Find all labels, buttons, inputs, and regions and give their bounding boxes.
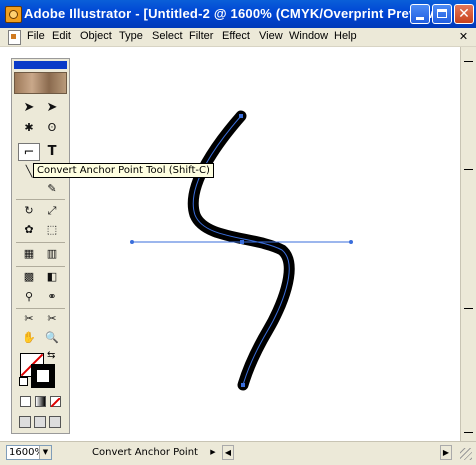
full-screen-menubar-mode-button[interactable] <box>34 416 46 428</box>
menu-view[interactable]: View <box>259 30 283 42</box>
toolbox-panel[interactable]: ➤ ➤ ✱ ʘ ⌐ T ╲ ✎ ↻ ⤢ ✿ ⬚ ▦ ▥ ▩ ◧ ⚲ ⚭ ✂ ✂ … <box>11 58 70 434</box>
toolbox-divider <box>16 308 65 309</box>
maximize-button[interactable] <box>432 4 452 24</box>
ruler-mark <box>464 432 473 433</box>
ruler-mark <box>464 61 473 62</box>
zoom-dropdown-arrow-icon[interactable]: ▼ <box>39 446 51 459</box>
document-icon[interactable] <box>8 30 21 45</box>
direction-handle-left[interactable] <box>130 240 134 244</box>
anchor-point-center[interactable] <box>240 240 244 244</box>
menu-type[interactable]: Type <box>119 30 143 42</box>
title-bar[interactable]: Adobe Illustrator - [Untitled-2 @ 1600% … <box>0 0 476 29</box>
column-graph-tool-icon[interactable]: ▥ <box>41 245 63 263</box>
menu-object[interactable]: Object <box>80 30 112 42</box>
hand-tool-icon[interactable]: ✋ <box>18 329 40 347</box>
minimize-button[interactable] <box>410 4 430 24</box>
scroll-left-button[interactable]: ◀ <box>222 445 234 460</box>
anchor-point-top[interactable] <box>239 114 243 118</box>
eyedropper-tool-icon[interactable]: ⚲ <box>18 288 40 306</box>
window-title: Adobe Illustrator - [Untitled-2 @ 1600% … <box>24 6 451 21</box>
toolbox-divider <box>16 266 65 267</box>
minimize-icon <box>416 17 424 20</box>
zoom-level-field[interactable]: 1600% ▼ <box>6 445 52 460</box>
none-slash-icon <box>50 397 61 408</box>
color-mode-button[interactable] <box>20 396 31 407</box>
direction-handle-right[interactable] <box>349 240 353 244</box>
menu-bar: File Edit Object Type Select Filter Effe… <box>0 28 476 47</box>
s-curve-stroke[interactable] <box>187 110 295 391</box>
toolbox-divider <box>16 199 65 200</box>
full-screen-mode-button[interactable] <box>49 416 61 428</box>
illustrator-app-icon[interactable] <box>5 6 22 23</box>
scale-tool-icon[interactable]: ⤢ <box>41 202 63 220</box>
close-button[interactable]: ✕ <box>454 4 474 24</box>
standard-screen-mode-button[interactable] <box>19 416 31 428</box>
ruler-mark <box>464 308 473 309</box>
menu-select[interactable]: Select <box>152 30 183 42</box>
ruler-mark <box>464 169 473 170</box>
menu-filter[interactable]: Filter <box>189 30 213 42</box>
toolbox-venus-logo[interactable] <box>14 72 67 94</box>
menu-help[interactable]: Help <box>334 30 357 42</box>
menu-file[interactable]: File <box>27 30 45 42</box>
scissors-tool-icon[interactable]: ✂ <box>41 310 63 328</box>
type-tool-icon[interactable]: T <box>41 143 63 161</box>
close-icon: ✕ <box>458 6 470 22</box>
toolbox-divider <box>16 242 65 243</box>
slice-tool-icon[interactable]: ✂ <box>18 310 40 328</box>
menu-effect[interactable]: Effect <box>222 30 250 42</box>
toolbox-title-bar[interactable] <box>14 61 67 69</box>
rotate-tool-icon[interactable]: ↻ <box>18 202 40 220</box>
anchor-point-bottom[interactable] <box>241 383 245 387</box>
status-text: Convert Anchor Point <box>92 447 198 458</box>
status-bar: 1600% ▼ Convert Anchor Point ▶ ◀ ▶ <box>0 441 476 465</box>
gradient-tool-icon[interactable]: ◧ <box>41 268 63 286</box>
gradient-mode-button[interactable] <box>35 396 46 407</box>
scroll-right-button[interactable]: ▶ <box>440 445 452 460</box>
zoom-tool-icon[interactable]: 🔍 <box>41 329 63 347</box>
default-colors-icon[interactable] <box>19 377 28 386</box>
vertical-scrollbar[interactable] <box>460 47 476 441</box>
horizontal-scroll-track[interactable] <box>236 445 436 460</box>
direct-selection-tool-icon[interactable]: ➤ <box>41 99 63 117</box>
free-transform-tool-icon[interactable]: ⬚ <box>41 221 63 239</box>
stroke-color-swatch[interactable] <box>31 364 55 388</box>
pencil-tool-icon[interactable]: ✎ <box>41 180 63 198</box>
status-dropdown-arrow-icon[interactable]: ▶ <box>207 445 219 460</box>
tool-tooltip: Convert Anchor Point Tool (Shift-C) <box>33 163 214 178</box>
resize-grip[interactable] <box>460 448 472 460</box>
mesh-tool-icon[interactable]: ▩ <box>18 268 40 286</box>
swap-fill-stroke-icon[interactable]: ⇆ <box>47 350 55 361</box>
magic-wand-tool-icon[interactable]: ✱ <box>18 119 40 137</box>
convert-anchor-point-tool-icon[interactable]: ⌐ <box>18 143 40 161</box>
lasso-tool-icon[interactable]: ʘ <box>41 119 63 137</box>
maximize-icon <box>437 9 447 18</box>
none-mode-button[interactable] <box>50 396 61 408</box>
symbol-sprayer-tool-icon[interactable]: ▦ <box>18 245 40 263</box>
menu-edit[interactable]: Edit <box>52 30 71 42</box>
warp-tool-icon[interactable]: ✿ <box>18 221 40 239</box>
menu-window[interactable]: Window <box>289 30 328 42</box>
document-close-icon[interactable]: ✕ <box>457 30 470 43</box>
blend-tool-icon[interactable]: ⚭ <box>41 288 63 306</box>
selection-tool-icon[interactable]: ➤ <box>18 99 40 117</box>
